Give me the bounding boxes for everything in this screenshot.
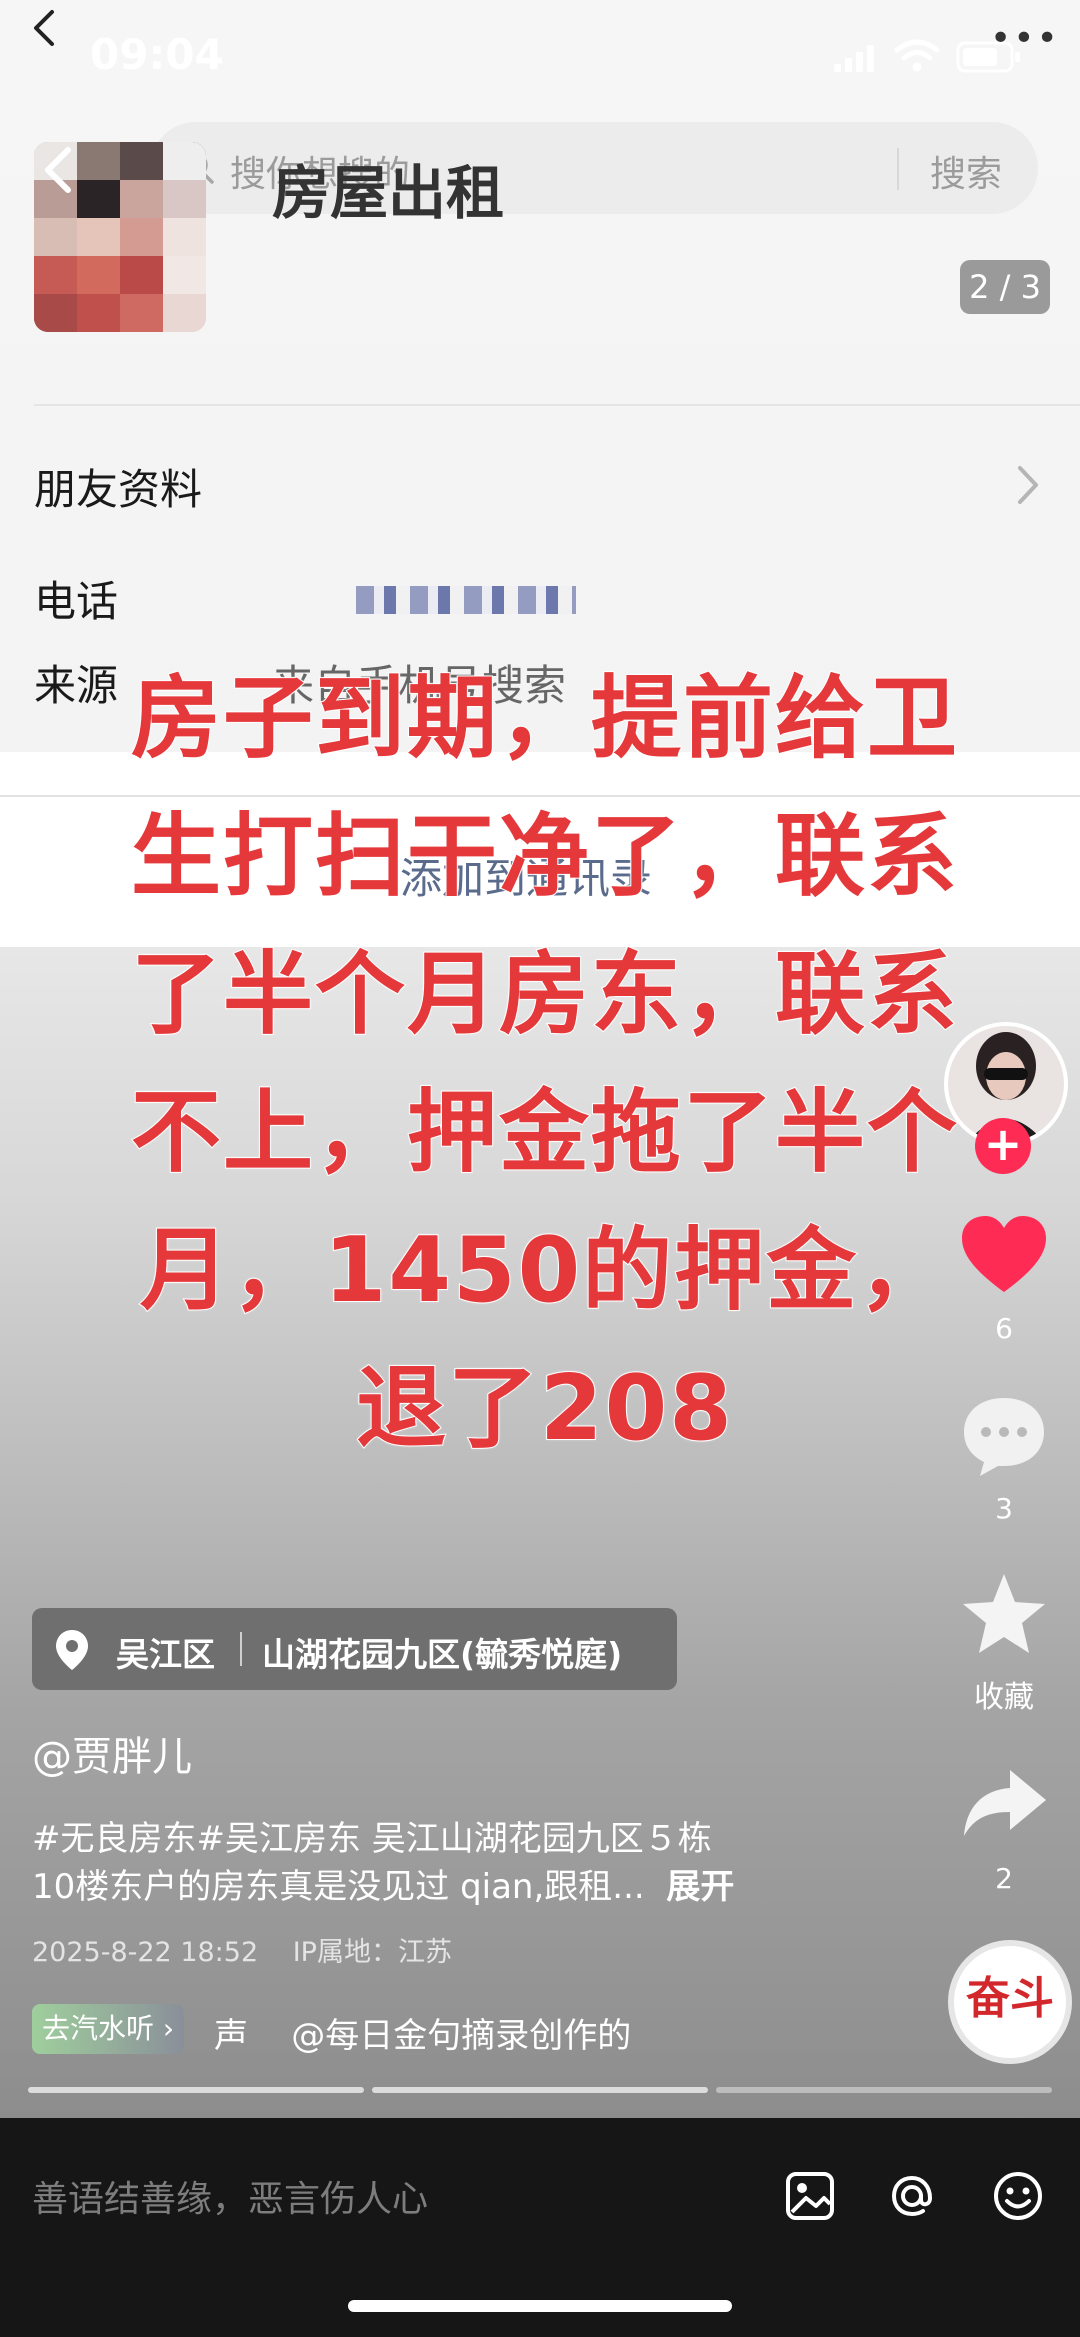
music-ticker-text: @每日金句摘录创作的 — [291, 2016, 632, 2056]
location-district: 吴江区 — [116, 1635, 215, 1674]
progress-segment-1 — [28, 2087, 364, 2093]
emoji-icon[interactable] — [988, 2166, 1048, 2226]
heart-icon[interactable] — [958, 1210, 1050, 1302]
star-icon[interactable] — [958, 1568, 1050, 1660]
music-disc[interactable]: 奋斗 — [948, 1940, 1072, 2064]
location-separator — [240, 1632, 242, 1666]
friend-info-label: 朋友资料 — [34, 465, 203, 514]
description-line-1: #无良房东#吴江房东 吴江山湖花园九区５栋 — [32, 1819, 712, 1859]
comment-icon[interactable] — [958, 1390, 1050, 1482]
chevron-right-icon — [1018, 466, 1038, 504]
expand-button[interactable]: 展开 — [666, 1867, 734, 1907]
progress-segment-2 — [372, 2087, 708, 2093]
page-back-icon — [45, 147, 71, 193]
caption-line: 房子到期，提前给卫 — [130, 665, 959, 772]
post-meta: 2025-8-22 18:52 IP属地：江苏 — [32, 1930, 478, 1969]
qishui-label: 去汽水听 — [42, 2012, 155, 2045]
more-icon[interactable]: ••• — [990, 18, 1060, 59]
comment-count: 3 — [995, 1492, 1013, 1525]
ip-location: IP属地：江苏 — [292, 1937, 452, 1968]
status-time: 09:04 — [90, 30, 224, 79]
music-ticker-left: 声 — [214, 2016, 248, 2056]
caption-line: 不上，押金拖了半个 — [130, 1079, 959, 1186]
phone-label: 电话 — [34, 577, 119, 626]
image-icon[interactable] — [780, 2166, 840, 2226]
share-count: 2 — [995, 1862, 1013, 1895]
caption-line: 退了208 — [355, 1355, 734, 1462]
follow-button[interactable]: + — [975, 1118, 1031, 1174]
home-indicator — [348, 2300, 732, 2312]
video-caption: 房子到期，提前给卫 生打扫干净了，联系 了半个月房东，联系 不上，押金拖了半个 … — [95, 650, 995, 1478]
author-name[interactable]: @贾胖儿 — [32, 1724, 192, 1782]
phone-value-mosaic — [356, 586, 576, 614]
chevron-right-icon: › — [162, 2012, 175, 2045]
location-place: 山湖花园九区(毓秀悦庭) — [262, 1635, 623, 1674]
share-icon[interactable] — [958, 1760, 1050, 1852]
video-stage[interactable]: 搜你想搜的 搜索 房屋出租 2 / 3 朋友资料 电话 来源 来自手机号搜索 添… — [0, 0, 1080, 2118]
page-counter: 2 / 3 — [960, 260, 1050, 314]
at-icon[interactable] — [882, 2166, 942, 2226]
comment-input[interactable]: 善语结善缘，恶言伤人心 — [32, 2170, 428, 2222]
favorite-label: 收藏 — [974, 1680, 1034, 1715]
search-button-text: 搜索 — [930, 154, 1003, 195]
back-icon[interactable] — [24, 8, 64, 48]
video-description: #无良房东#吴江房东 吴江山湖花园九区５栋 10楼东户的房东真是没见过 qian… — [32, 1815, 932, 1911]
caption-line: 生打扫干净了，联系 — [130, 803, 959, 910]
music-ticker[interactable]: 声 @每日金句摘录创作的 — [214, 2008, 631, 2057]
wifi-icon — [894, 39, 940, 72]
like-count: 6 — [995, 1312, 1013, 1345]
description-line-2-text: 10楼东户的房东真是没见过 qian,跟租... — [32, 1867, 645, 1907]
qishui-listen-button[interactable]: 去汽水听 › — [32, 2004, 185, 2054]
search-divider — [897, 148, 899, 190]
progress-segment-3 — [716, 2087, 1052, 2093]
location-pin-icon — [56, 1630, 88, 1670]
divider — [34, 404, 1080, 406]
caption-line: 月，1450的押金， — [139, 1217, 951, 1324]
description-line-2: 10楼东户的房东真是没见过 qian,跟租... 展开 — [32, 1863, 932, 1911]
page-title: 房屋出租 — [272, 159, 505, 227]
post-date: 2025-8-22 18:52 — [32, 1937, 259, 1968]
caption-line: 了半个月房东，联系 — [130, 941, 959, 1048]
signal-icon — [834, 45, 874, 72]
